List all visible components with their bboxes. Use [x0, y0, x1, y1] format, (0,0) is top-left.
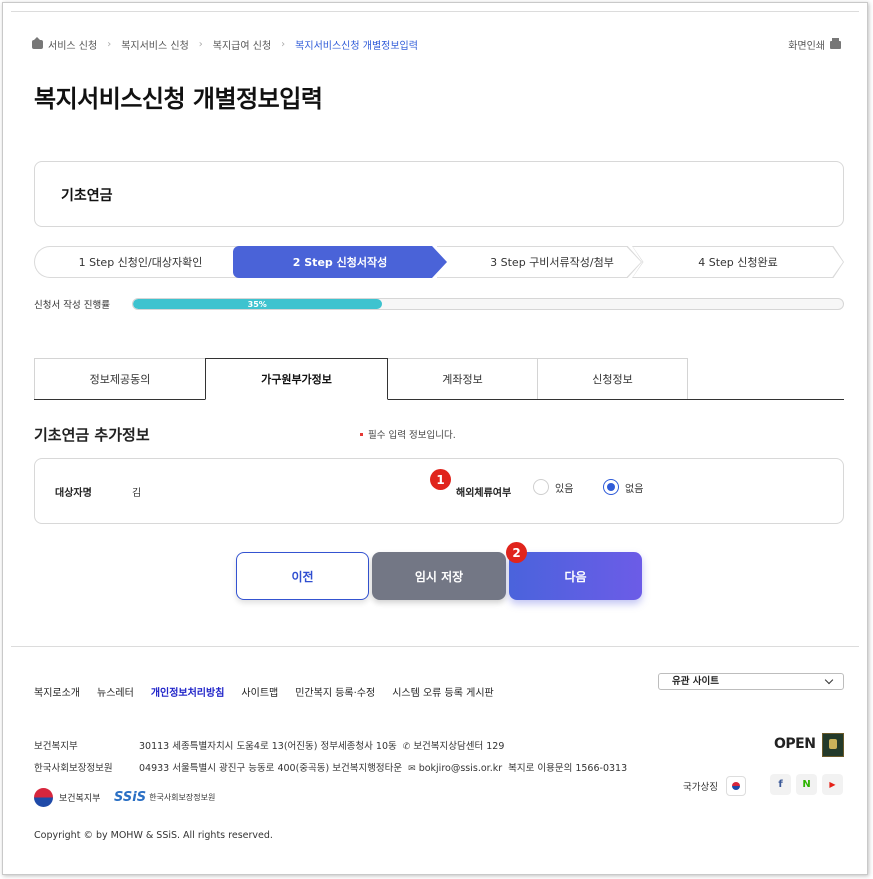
national-symbol-label: 국가상징 — [683, 782, 718, 793]
radio-label-yes: 있음 — [555, 483, 574, 495]
step-3-label: 3 Step 구비서류작성/첨부 — [490, 256, 614, 269]
phone-icon: ✆ — [402, 742, 411, 752]
next-button[interactable]: 다음 — [509, 552, 642, 600]
progress-label: 신청서 작성 진행률 — [34, 300, 110, 311]
radio-label-no: 없음 — [625, 483, 644, 495]
print-button[interactable]: 화면인쇄 — [788, 37, 841, 52]
step-2-active: 2 Step 신청서작성 — [233, 246, 447, 278]
tab-label: 계좌정보 — [442, 373, 483, 386]
progress-value: 35% — [247, 299, 267, 309]
footer-links: 복지로소개 뉴스레터 개인정보처리방침 사이트맵 민간복지 등록·수정 시스템 … — [34, 684, 511, 699]
related-sites-label: 유관 사이트 — [672, 676, 720, 687]
chevron-right-icon: › — [198, 39, 203, 50]
footer-link[interactable]: 시스템 오류 등록 게시판 — [392, 684, 494, 699]
required-dot-icon — [360, 432, 363, 436]
tab-account-info[interactable]: 계좌정보 — [387, 358, 538, 399]
radio-checked-icon — [603, 479, 619, 495]
org-address: 04933 서울특별시 광진구 능동로 400(중곡동) 보건복지행정타운 — [139, 763, 403, 774]
org-name: 한국사회보장정보원 — [34, 763, 113, 774]
org-inquiry: 복지로 이용문의 1566-0313 — [508, 763, 628, 774]
breadcrumb: 서비스 신청 › 복지서비스 신청 › 복지급여 신청 › 복지서비스신청 개별… — [32, 37, 418, 52]
radio-overseas-no[interactable]: 없음 — [603, 479, 643, 495]
taegukgi-icon — [725, 776, 746, 796]
ssis-logo-mark: SSiS — [114, 790, 147, 805]
youtube-icon[interactable]: ▶ — [822, 774, 843, 795]
related-sites-select[interactable]: 유관 사이트 — [658, 673, 844, 690]
taegeuk-icon — [34, 788, 53, 807]
mohw-logo: 보건복지부 — [34, 788, 100, 807]
address-line-1: 보건복지부 30113 세종특별자치시 도움4로 13(어진동) 정부세종청사 1… — [34, 738, 504, 752]
tab-label: 정보제공동의 — [89, 373, 151, 386]
step-4-label: 4 Step 신청완료 — [698, 256, 778, 269]
print-label: 화면인쇄 — [788, 41, 825, 52]
footer-link-privacy[interactable]: 개인정보처리방침 — [151, 684, 225, 699]
org-contact: 보건복지상담센터 129 — [413, 741, 505, 752]
ssis-logo-text: 한국사회보장정보원 — [149, 793, 216, 802]
address-line-2: 한국사회보장정보원 04933 서울특별시 광진구 능동로 400(중곡동) 보건… — [34, 760, 627, 774]
breadcrumb-item[interactable]: 복지서비스 신청 — [121, 37, 189, 52]
footer-divider — [11, 646, 859, 647]
printer-icon — [830, 37, 841, 49]
ssis-logo: SSiS 한국사회보장정보원 — [114, 790, 215, 805]
target-name-value: 김 — [132, 488, 142, 499]
radio-overseas-yes[interactable]: 있음 — [533, 479, 573, 495]
copyright: Copyright © by MOHW & SSiS. All rights r… — [34, 830, 273, 841]
national-symbol[interactable]: 국가상징 — [683, 776, 746, 796]
org-name: 보건복지부 — [34, 741, 78, 752]
open-logo: OPEN — [774, 736, 816, 752]
step-1-label: 1 Step 신청인/대상자확인 — [78, 256, 203, 269]
chevron-down-icon — [824, 675, 834, 685]
tab-bar: 정보제공동의 가구원부가정보 계좌정보 신청정보 — [34, 358, 844, 400]
mohw-logo-text: 보건복지부 — [59, 794, 101, 804]
breadcrumb-item[interactable]: 서비스 신청 — [48, 37, 97, 52]
service-name-box: 기초연금 — [34, 161, 844, 227]
required-note-text: 필수 입력 정보입니다. — [368, 430, 456, 441]
tab-label: 가구원부가정보 — [261, 373, 332, 386]
tab-consent[interactable]: 정보제공동의 — [34, 358, 206, 399]
open-logo-text: OPEN — [774, 736, 816, 752]
chevron-right-icon: › — [281, 39, 286, 50]
footer-link[interactable]: 복지로소개 — [34, 684, 80, 699]
step-2-label: 2 Step 신청서작성 — [292, 256, 388, 269]
page-title: 복지서비스신청 개별정보입력 — [34, 85, 323, 113]
browser-frame: 서비스 신청 › 복지서비스 신청 › 복지급여 신청 › 복지서비스신청 개별… — [2, 2, 868, 875]
radio-circle-icon — [533, 479, 549, 495]
chevron-right-icon: › — [107, 39, 112, 50]
section-title: 기초연금 추가정보 — [34, 426, 150, 444]
required-note: 필수 입력 정보입니다. — [360, 427, 456, 441]
footer-link[interactable]: 사이트맵 — [241, 684, 278, 699]
service-name: 기초연금 — [61, 188, 113, 204]
progress-bar: 35% — [132, 298, 844, 310]
prev-button[interactable]: 이전 — [236, 552, 369, 600]
breadcrumb-item[interactable]: 복지급여 신청 — [213, 37, 271, 52]
temp-save-button[interactable]: 임시 저장 — [372, 552, 506, 600]
step-3: 3 Step 구비서류작성/첨부 — [437, 247, 641, 277]
naver-icon[interactable]: N — [796, 774, 817, 795]
org-email: bokjiro@ssis.or.kr — [418, 763, 503, 774]
org-address: 30113 세종특별자치시 도움4로 13(어진동) 정부세종청사 10동 — [139, 741, 397, 752]
home-icon — [32, 37, 43, 49]
footer-link[interactable]: 뉴스레터 — [97, 684, 134, 699]
tab-household-info[interactable]: 가구원부가정보 — [205, 358, 388, 400]
additional-info-form: 대상자명 김 해외체류여부 있음 없음 — [34, 458, 844, 524]
footer-link[interactable]: 민간복지 등록·수정 — [295, 684, 375, 699]
certification-mark-icon — [822, 733, 844, 757]
annotation-badge-1: 1 — [430, 469, 451, 490]
target-name-label: 대상자명 — [55, 488, 92, 499]
annotation-badge-2: 2 — [506, 542, 527, 563]
progress-fill: 35% — [133, 299, 382, 309]
tab-application-info[interactable]: 신청정보 — [537, 358, 688, 399]
tab-label: 신청정보 — [592, 373, 633, 386]
overseas-stay-label: 해외체류여부 — [456, 488, 512, 499]
top-divider — [11, 11, 859, 12]
mail-icon: ✉ — [408, 764, 416, 774]
step-1: 1 Step 신청인/대상자확인 — [34, 246, 246, 278]
breadcrumb-current: 복지서비스신청 개별정보입력 — [295, 41, 418, 52]
step-4: 4 Step 신청완료 — [633, 247, 843, 277]
step-indicator: 1 Step 신청인/대상자확인 3 Step 구비서류작성/첨부 4 Step… — [34, 246, 844, 278]
facebook-icon[interactable]: f — [770, 774, 791, 795]
